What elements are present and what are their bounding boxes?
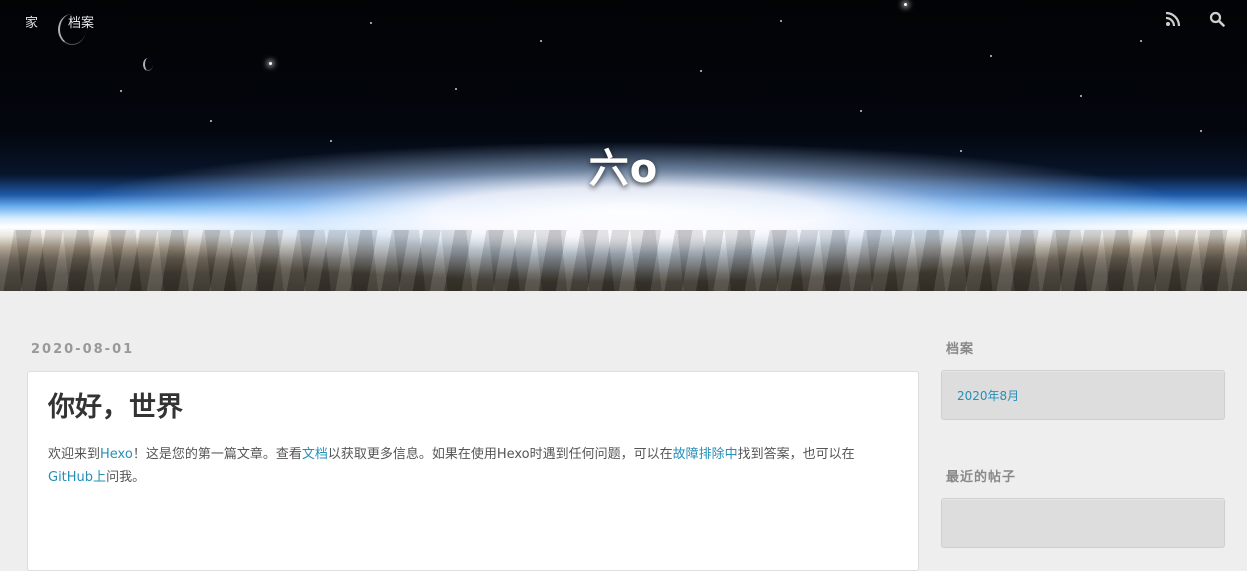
recent-posts-widget-title: 最近的帖子 <box>946 470 1017 485</box>
star <box>904 3 907 6</box>
main-content: 2020-08-01 你好，世界 欢迎来到Hexo！这是您的第一篇文章。查看文档… <box>27 340 919 571</box>
post-text: 以获取更多信息。如果在使用Hexo时遇到任何问题，可以在 <box>327 447 673 462</box>
archive-month-link[interactable]: 2020年8月 <box>957 387 1019 404</box>
archives-widget-title: 档案 <box>946 342 975 357</box>
star <box>120 90 122 92</box>
moon <box>143 58 153 71</box>
star <box>210 120 212 122</box>
rss-icon[interactable] <box>1165 11 1181 27</box>
archives-widget: 2020年8月 <box>941 370 1225 420</box>
star <box>455 88 457 90</box>
star <box>1080 95 1082 97</box>
star <box>860 110 862 112</box>
star <box>540 40 542 42</box>
earth-clouds <box>0 230 1247 291</box>
post-card: 你好，世界 欢迎来到Hexo！这是您的第一篇文章。查看文档以获取更多信息。如果在… <box>27 371 919 571</box>
star <box>700 70 702 72</box>
post-text: 找到答案，也可以在 <box>737 447 855 462</box>
nav-archives-link[interactable]: 档案 <box>68 12 94 31</box>
hexo-link[interactable]: Hexo <box>100 447 133 462</box>
star <box>990 55 992 57</box>
post-text: 欢迎来到 <box>48 447 101 462</box>
troubleshooting-link[interactable]: 故障排除中 <box>673 447 738 462</box>
recent-posts-widget <box>941 498 1225 548</box>
nav-icons <box>1165 11 1225 27</box>
star <box>780 20 782 22</box>
post-text: 问我。 <box>106 470 146 485</box>
banner: 家 档案 六o <box>0 0 1247 291</box>
star <box>1140 40 1142 42</box>
post-title[interactable]: 你好，世界 <box>48 390 898 426</box>
nav-home-link[interactable]: 家 <box>25 12 38 31</box>
post-body: 欢迎来到Hexo！这是您的第一篇文章。查看文档以获取更多信息。如果在使用Hexo… <box>48 443 898 489</box>
search-icon[interactable] <box>1209 11 1225 27</box>
docs-link[interactable]: 文档 <box>302 447 328 462</box>
star <box>330 140 332 142</box>
site-title[interactable]: 六o <box>0 145 1247 193</box>
star <box>269 62 272 65</box>
star <box>370 22 372 24</box>
post-date[interactable]: 2020-08-01 <box>31 340 919 360</box>
post-text: ！这是您的第一篇文章。查看 <box>132 447 302 462</box>
star <box>1200 130 1202 132</box>
github-link[interactable]: GitHub上 <box>48 470 106 485</box>
sidebar: 档案 2020年8月 最近的帖子 <box>941 340 1225 548</box>
main-nav: 家 档案 <box>25 12 94 31</box>
